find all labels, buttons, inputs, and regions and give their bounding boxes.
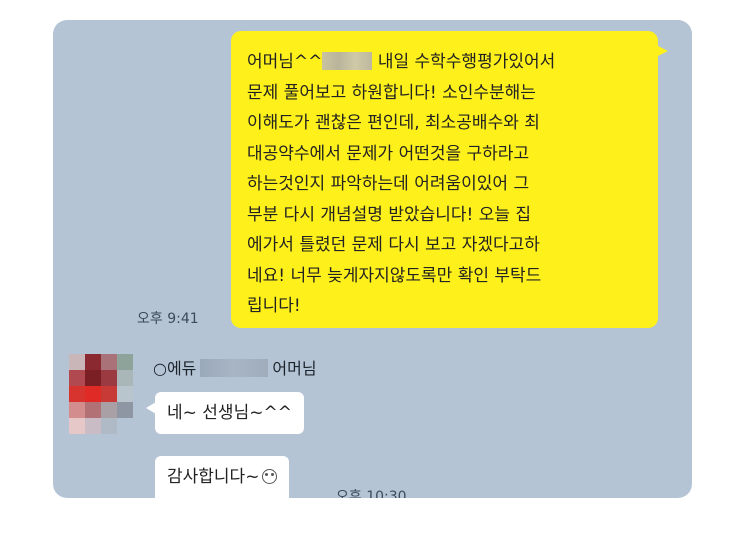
- sender-name-suffix: 어머님: [272, 359, 317, 378]
- smile-icon: [262, 469, 278, 484]
- incoming-message-bubble[interactable]: 네~ 선생님~^^: [146, 392, 304, 434]
- outgoing-bubble-tail: [656, 45, 668, 57]
- outgoing-message-greeting: 어머님^^: [247, 52, 323, 72]
- sender-avatar[interactable]: [69, 354, 133, 440]
- sender-name: ○에듀 어머님: [153, 355, 317, 379]
- redacted-sender-name: [200, 359, 269, 377]
- incoming-bubble-tail: [146, 402, 156, 414]
- redacted-student-name: [322, 52, 373, 70]
- incoming-message-text: 감사합니다~: [167, 467, 260, 487]
- incoming-message-text: 네~ 선생님~^^: [167, 403, 292, 423]
- incoming-message-bubble[interactable]: 감사합니다~: [155, 456, 290, 498]
- incoming-timestamp: 오후 10:30: [336, 489, 407, 498]
- outgoing-message-bubble[interactable]: 어머님^^ 내일 수학수행평가있어서 문제 풀어보고 하원합니다! 소인수분해는…: [231, 31, 668, 328]
- outgoing-timestamp: 오후 9:41: [137, 311, 199, 327]
- outgoing-message-body: 내일 수학수행평가있어서 문제 풀어보고 하원합니다! 소인수분해는 이해도가 …: [247, 52, 556, 316]
- sender-name-prefix: ○에듀: [153, 359, 197, 378]
- chat-room: 어머님^^ 내일 수학수행평가있어서 문제 풀어보고 하원합니다! 소인수분해는…: [53, 20, 692, 498]
- outgoing-message-text: 어머님^^ 내일 수학수행평가있어서 문제 풀어보고 하원합니다! 소인수분해는…: [247, 47, 644, 322]
